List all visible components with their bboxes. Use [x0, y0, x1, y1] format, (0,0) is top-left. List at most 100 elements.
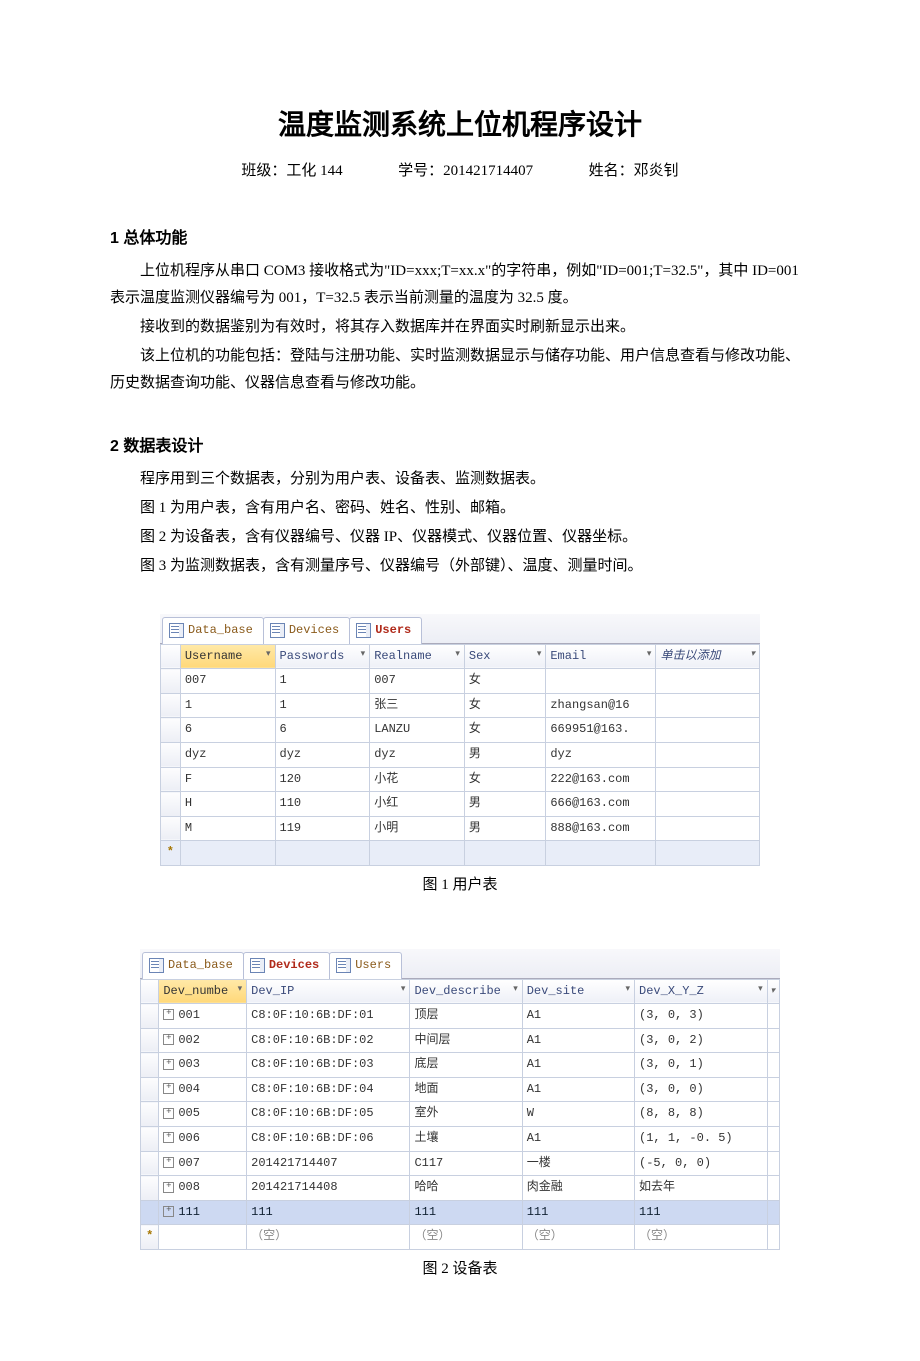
cell[interactable]: +004 — [159, 1077, 247, 1102]
row-gutter[interactable] — [141, 1176, 159, 1201]
cell[interactable]: +006 — [159, 1127, 247, 1152]
tab-devices[interactable]: Devices — [243, 952, 330, 979]
expand-icon[interactable]: + — [163, 1157, 174, 1168]
cell[interactable]: 地面 — [410, 1077, 522, 1102]
cell[interactable]: A1 — [522, 1028, 634, 1053]
cell[interactable]: 男 — [464, 792, 545, 817]
devices-datagrid[interactable]: Dev_numbe Dev_IP Dev_describe Dev_site D… — [140, 979, 780, 1251]
cell[interactable] — [767, 1176, 779, 1201]
cell[interactable]: 111 — [410, 1200, 522, 1225]
cell[interactable]: C8:0F:10:6B:DF:02 — [247, 1028, 410, 1053]
cell[interactable]: （空） — [410, 1225, 522, 1250]
cell[interactable]: 中间层 — [410, 1028, 522, 1053]
cell[interactable] — [767, 1200, 779, 1225]
table-row[interactable]: 0071007女 — [161, 669, 760, 694]
cell[interactable] — [656, 718, 760, 743]
expand-icon[interactable]: + — [163, 1182, 174, 1193]
cell[interactable] — [656, 767, 760, 792]
cell[interactable]: A1 — [522, 1004, 634, 1029]
col-email[interactable]: Email — [546, 644, 656, 669]
table-row[interactable]: +002C8:0F:10:6B:DF:02中间层A1(3, 0, 2) — [141, 1028, 780, 1053]
cell[interactable]: 女 — [464, 767, 545, 792]
cell[interactable]: 女 — [464, 669, 545, 694]
devices-header-row[interactable]: Dev_numbe Dev_IP Dev_describe Dev_site D… — [141, 979, 780, 1004]
cell[interactable]: 张三 — [370, 693, 465, 718]
row-gutter[interactable] — [141, 1127, 159, 1152]
row-gutter[interactable] — [161, 693, 181, 718]
cell[interactable] — [464, 841, 545, 866]
table-row-selected[interactable]: +111111111111111 — [141, 1200, 780, 1225]
row-gutter[interactable] — [141, 1200, 159, 1225]
expand-icon[interactable]: + — [163, 1206, 174, 1217]
cell[interactable]: 111 — [522, 1200, 634, 1225]
col-dev-xyz[interactable]: Dev_X_Y_Z — [635, 979, 768, 1004]
cell[interactable]: dyz — [370, 742, 465, 767]
cell[interactable]: 666@163.com — [546, 792, 656, 817]
table-row[interactable]: 66LANZU女669951@163. — [161, 718, 760, 743]
cell[interactable]: +003 — [159, 1053, 247, 1078]
cell[interactable]: 111 — [635, 1200, 768, 1225]
row-gutter[interactable] — [141, 1077, 159, 1102]
tab-database[interactable]: Data_base — [162, 617, 264, 644]
col-sex[interactable]: Sex — [464, 644, 545, 669]
cell[interactable]: 女 — [464, 693, 545, 718]
cell[interactable]: 110 — [275, 792, 370, 817]
cell[interactable] — [159, 1225, 247, 1250]
cell[interactable]: C8:0F:10:6B:DF:06 — [247, 1127, 410, 1152]
cell[interactable]: 120 — [275, 767, 370, 792]
cell[interactable] — [767, 1053, 779, 1078]
cell[interactable]: 111 — [247, 1200, 410, 1225]
table-row[interactable]: H110小红男666@163.com — [161, 792, 760, 817]
cell[interactable]: 1 — [180, 693, 275, 718]
cell[interactable]: （空） — [247, 1225, 410, 1250]
cell[interactable] — [546, 669, 656, 694]
row-gutter[interactable] — [161, 816, 181, 841]
cell[interactable]: F — [180, 767, 275, 792]
cell[interactable] — [656, 693, 760, 718]
col-dev-describe[interactable]: Dev_describe — [410, 979, 522, 1004]
expand-icon[interactable]: + — [163, 1083, 174, 1094]
cell[interactable]: dyz — [546, 742, 656, 767]
col-realname[interactable]: Realname — [370, 644, 465, 669]
cell[interactable]: +001 — [159, 1004, 247, 1029]
cell[interactable]: 男 — [464, 816, 545, 841]
cell[interactable]: 201421714408 — [247, 1176, 410, 1201]
cell[interactable]: （空） — [522, 1225, 634, 1250]
cell[interactable] — [275, 841, 370, 866]
tab-users[interactable]: Users — [329, 952, 402, 979]
row-gutter[interactable] — [161, 669, 181, 694]
table-row[interactable]: 11张三女zhangsan@16 — [161, 693, 760, 718]
cell[interactable]: 肉金融 — [522, 1176, 634, 1201]
cell[interactable]: (1, 1, -0. 5) — [635, 1127, 768, 1152]
cell[interactable]: (-5, 0, 0) — [635, 1151, 768, 1176]
cell[interactable]: 1 — [275, 669, 370, 694]
cell[interactable]: +002 — [159, 1028, 247, 1053]
cell[interactable]: 男 — [464, 742, 545, 767]
row-gutter[interactable] — [141, 1151, 159, 1176]
cell[interactable]: 哈哈 — [410, 1176, 522, 1201]
col-passwords[interactable]: Passwords — [275, 644, 370, 669]
table-row[interactable]: M119小明男888@163.com — [161, 816, 760, 841]
table-row[interactable]: +008201421714408哈哈肉金融如去年 — [141, 1176, 780, 1201]
table-row[interactable]: +005C8:0F:10:6B:DF:05室外W(8, 8, 8) — [141, 1102, 780, 1127]
cell[interactable] — [656, 841, 760, 866]
cell[interactable]: C117 — [410, 1151, 522, 1176]
users-header-row[interactable]: Username Passwords Realname Sex Email 单击… — [161, 644, 760, 669]
table-row[interactable]: +004C8:0F:10:6B:DF:04地面A1(3, 0, 0) — [141, 1077, 780, 1102]
expand-icon[interactable]: + — [163, 1059, 174, 1070]
cell[interactable] — [656, 816, 760, 841]
tab-database[interactable]: Data_base — [142, 952, 244, 979]
cell[interactable]: 室外 — [410, 1102, 522, 1127]
row-gutter[interactable] — [141, 1053, 159, 1078]
cell[interactable]: W — [522, 1102, 634, 1127]
cell[interactable]: 1 — [275, 693, 370, 718]
cell[interactable] — [656, 792, 760, 817]
table-row[interactable]: +003C8:0F:10:6B:DF:03底层A1(3, 0, 1) — [141, 1053, 780, 1078]
cell[interactable]: 女 — [464, 718, 545, 743]
cell[interactable]: C8:0F:10:6B:DF:03 — [247, 1053, 410, 1078]
col-dev-ip[interactable]: Dev_IP — [247, 979, 410, 1004]
cell[interactable]: dyz — [275, 742, 370, 767]
cell[interactable]: C8:0F:10:6B:DF:04 — [247, 1077, 410, 1102]
col-add[interactable]: 单击以添加 — [656, 644, 760, 669]
cell[interactable]: H — [180, 792, 275, 817]
